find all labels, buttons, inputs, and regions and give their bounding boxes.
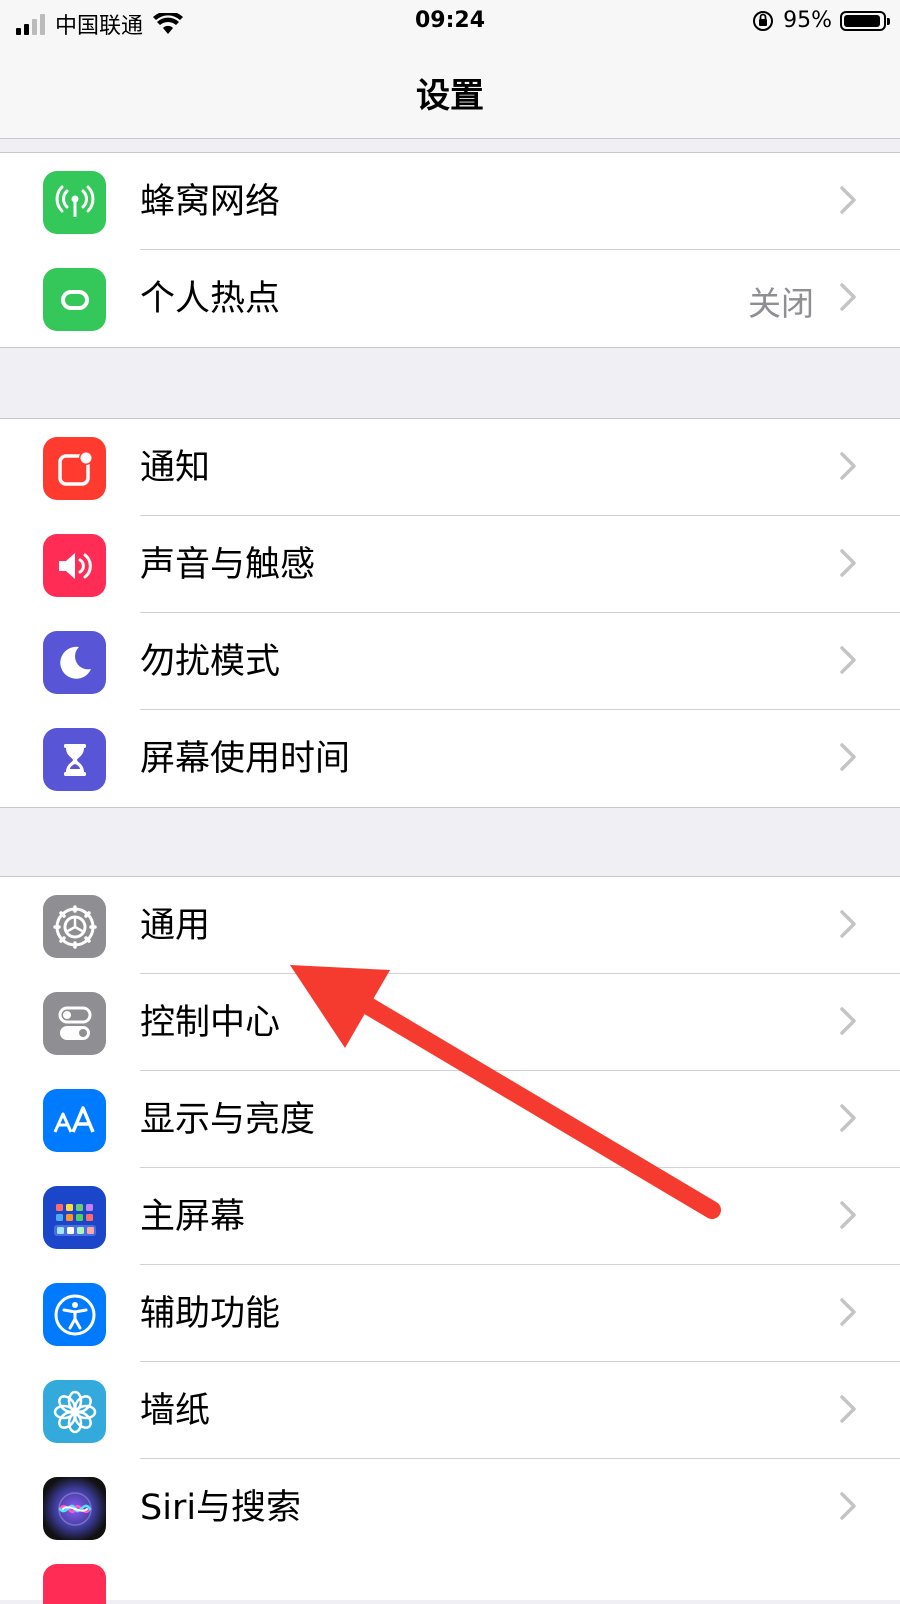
hotspot-link-icon <box>43 268 106 331</box>
home-grid-icon <box>43 1186 106 1249</box>
settings-row-screen-time[interactable]: 屏幕使用时间 <box>0 710 900 807</box>
settings-row-label: 勿扰模式 <box>140 642 281 682</box>
settings-row-notifications[interactable]: 通知 <box>0 419 900 516</box>
settings-row-label: 蜂窝网络 <box>140 182 281 222</box>
chevron-right-icon <box>840 910 856 938</box>
settings-row-label: 声音与触感 <box>140 545 316 585</box>
speaker-icon <box>43 534 106 597</box>
chevron-right-icon <box>840 1007 856 1035</box>
settings-row-cellular[interactable]: 蜂窝网络 <box>0 153 900 250</box>
settings-row-label: 个人热点 <box>140 279 281 319</box>
settings-row-control-center[interactable]: 控制中心 <box>0 974 900 1071</box>
settings-row-wallpaper[interactable]: 墙纸 <box>0 1362 900 1459</box>
chevron-right-icon <box>840 646 856 674</box>
chevron-right-icon <box>840 1298 856 1326</box>
orientation-lock-icon <box>753 10 774 31</box>
settings-row-label: 通知 <box>140 448 211 488</box>
chevron-right-icon <box>840 1395 856 1423</box>
settings-row-label: 墙纸 <box>140 1391 211 1431</box>
battery-fill <box>844 14 880 27</box>
settings-row-partial <box>0 1554 900 1604</box>
settings-group-notifications: 通知 声音与触感 勿扰模式 屏幕使用时间 <box>0 418 900 808</box>
text-size-icon <box>43 1089 106 1152</box>
settings-row-general[interactable]: 通用 <box>0 877 900 974</box>
settings-row-label: 辅助功能 <box>140 1294 281 1334</box>
status-bar: 中国联通 09:24 95% <box>0 0 900 46</box>
chevron-right-icon <box>840 743 856 771</box>
accessibility-icon <box>43 1283 106 1346</box>
status-right: 95% <box>751 8 890 33</box>
settings-row-label: 屏幕使用时间 <box>140 739 351 779</box>
page-title: 设置 <box>416 76 484 116</box>
chevron-right-icon <box>840 549 856 577</box>
cellular-antenna-icon <box>43 171 106 234</box>
gear-icon <box>43 895 106 958</box>
moon-icon <box>43 631 106 694</box>
settings-row-label: Siri与搜索 <box>140 1488 302 1528</box>
settings-group-general: 通用 控制中心 显示与亮度 主屏幕 辅助功能 墙纸 Siri与搜索 <box>0 876 900 1557</box>
settings-row-hotspot[interactable]: 个人热点 关闭 <box>0 250 900 347</box>
settings-group-network: 蜂窝网络 个人热点 关闭 <box>0 152 900 348</box>
hotspot-status-value: 关闭 <box>748 284 814 323</box>
notifications-icon <box>43 437 106 500</box>
partial-app-icon <box>43 1564 106 1604</box>
chevron-right-icon <box>840 1492 856 1520</box>
settings-row-label: 控制中心 <box>140 1003 281 1043</box>
settings-row-label: 显示与亮度 <box>140 1100 316 1140</box>
battery-percent: 95% <box>783 8 832 33</box>
chevron-right-icon <box>840 186 856 214</box>
settings-row-sounds[interactable]: 声音与触感 <box>0 516 900 613</box>
settings-row-accessibility[interactable]: 辅助功能 <box>0 1265 900 1362</box>
battery-icon <box>840 10 890 31</box>
flower-icon <box>43 1380 106 1443</box>
chevron-right-icon <box>840 1104 856 1132</box>
toggles-icon <box>43 992 106 1055</box>
hourglass-icon <box>43 728 106 791</box>
navigation-bar: 设置 <box>0 46 900 139</box>
settings-row-label: 通用 <box>140 906 211 946</box>
siri-icon <box>43 1477 106 1540</box>
settings-row-do-not-disturb[interactable]: 勿扰模式 <box>0 613 900 710</box>
settings-row-home-screen[interactable]: 主屏幕 <box>0 1168 900 1265</box>
chevron-right-icon <box>840 452 856 480</box>
settings-row-display[interactable]: 显示与亮度 <box>0 1071 900 1168</box>
settings-row-siri[interactable]: Siri与搜索 <box>0 1459 900 1556</box>
chevron-right-icon <box>840 283 856 311</box>
chevron-right-icon <box>840 1201 856 1229</box>
settings-row-label: 主屏幕 <box>140 1197 246 1237</box>
